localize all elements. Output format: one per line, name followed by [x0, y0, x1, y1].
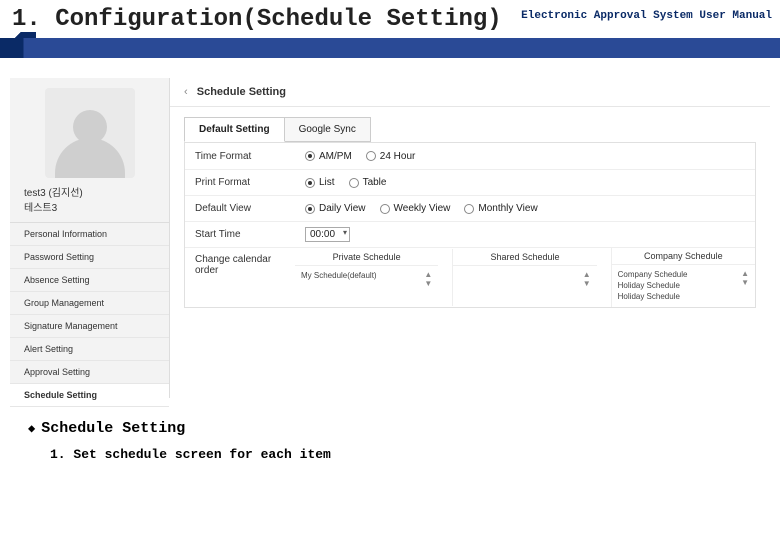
radio-24hour[interactable]: 24 Hour	[366, 151, 416, 162]
avatar	[45, 88, 135, 178]
private-item[interactable]: My Schedule(default)	[301, 270, 377, 281]
radio-daily[interactable]: Daily View	[305, 203, 366, 214]
label-default-view: Default View	[185, 198, 295, 219]
label-change-order: Change calendar order	[185, 248, 295, 281]
app-screenshot: test3 (김지선) 테스트3 Personal Information Pa…	[10, 78, 770, 398]
calendar-order-columns: Private Schedule My Schedule(default) ▲▼…	[295, 248, 755, 307]
radio-list[interactable]: List	[305, 177, 335, 188]
col-shared: Shared Schedule ▲▼	[452, 249, 596, 306]
radio-weekly[interactable]: Weekly View	[380, 203, 451, 214]
private-reorder-arrows[interactable]: ▲▼	[424, 270, 432, 288]
user-subtitle: 테스트3	[10, 199, 169, 222]
user-name: test3 (김지선)	[10, 184, 169, 199]
sidebar-item-personal-info[interactable]: Personal Information	[10, 223, 169, 246]
value-time-format: AM/PM 24 Hour	[295, 146, 755, 167]
breadcrumb-label: Schedule Setting	[197, 86, 286, 98]
sidebar-item-alert[interactable]: Alert Setting	[10, 338, 169, 361]
breadcrumb-back-icon[interactable]: ‹	[184, 86, 188, 98]
row-start-time: Start Time 00:00	[185, 221, 755, 247]
col-private: Private Schedule My Schedule(default) ▲▼	[295, 249, 438, 306]
value-print-format: List Table	[295, 172, 755, 193]
page-title: 1. Configuration(Schedule Setting)	[12, 6, 502, 33]
company-items[interactable]: Company Schedule Holiday Schedule Holida…	[618, 269, 688, 303]
row-default-view: Default View Daily View Weekly View Mont…	[185, 195, 755, 221]
col-company-head: Company Schedule	[612, 248, 755, 265]
select-start-time[interactable]: 00:00	[305, 227, 350, 242]
tab-google-sync[interactable]: Google Sync	[285, 117, 371, 142]
label-print-format: Print Format	[185, 172, 295, 193]
col-private-head: Private Schedule	[295, 249, 438, 266]
main-panel: ‹ Schedule Setting Default Setting Googl…	[170, 78, 770, 398]
sidebar-item-schedule[interactable]: Schedule Setting	[10, 384, 169, 407]
sidebar: test3 (김지선) 테스트3 Personal Information Pa…	[10, 78, 170, 398]
sidebar-item-group[interactable]: Group Management	[10, 292, 169, 315]
sidebar-item-approval[interactable]: Approval Setting	[10, 361, 169, 384]
header-stripe	[0, 38, 780, 58]
radio-table[interactable]: Table	[349, 177, 387, 188]
radio-monthly[interactable]: Monthly View	[464, 203, 537, 214]
row-time-format: Time Format AM/PM 24 Hour	[185, 143, 755, 169]
label-time-format: Time Format	[185, 146, 295, 167]
tabs: Default Setting Google Sync	[170, 107, 770, 142]
breadcrumb: ‹ Schedule Setting	[170, 78, 770, 107]
notes-line-1: 1. Set schedule screen for each item	[50, 447, 331, 462]
col-company: Company Schedule Company Schedule Holida…	[611, 248, 755, 307]
sidebar-nav: Personal Information Password Setting Ab…	[10, 222, 169, 407]
slide-notes: Schedule Setting 1. Set schedule screen …	[28, 420, 331, 462]
settings-table: Time Format AM/PM 24 Hour Print Format L…	[184, 142, 756, 308]
company-reorder-arrows[interactable]: ▲▼	[741, 269, 749, 287]
row-change-order: Change calendar order Private Schedule M…	[185, 247, 755, 307]
sidebar-item-absence[interactable]: Absence Setting	[10, 269, 169, 292]
row-print-format: Print Format List Table	[185, 169, 755, 195]
col-shared-head: Shared Schedule	[453, 249, 596, 266]
slide-header: 1. Configuration(Schedule Setting) Elect…	[0, 0, 780, 52]
value-start-time: 00:00	[295, 222, 755, 247]
sidebar-item-password[interactable]: Password Setting	[10, 246, 169, 269]
notes-title: Schedule Setting	[28, 420, 331, 437]
value-default-view: Daily View Weekly View Monthly View	[295, 198, 755, 219]
tab-default-setting[interactable]: Default Setting	[184, 117, 285, 142]
radio-ampm[interactable]: AM/PM	[305, 151, 352, 162]
sidebar-item-signature[interactable]: Signature Management	[10, 315, 169, 338]
label-start-time: Start Time	[185, 224, 295, 245]
manual-label: Electronic Approval System User Manual	[521, 10, 772, 22]
shared-reorder-arrows[interactable]: ▲▼	[583, 270, 591, 288]
